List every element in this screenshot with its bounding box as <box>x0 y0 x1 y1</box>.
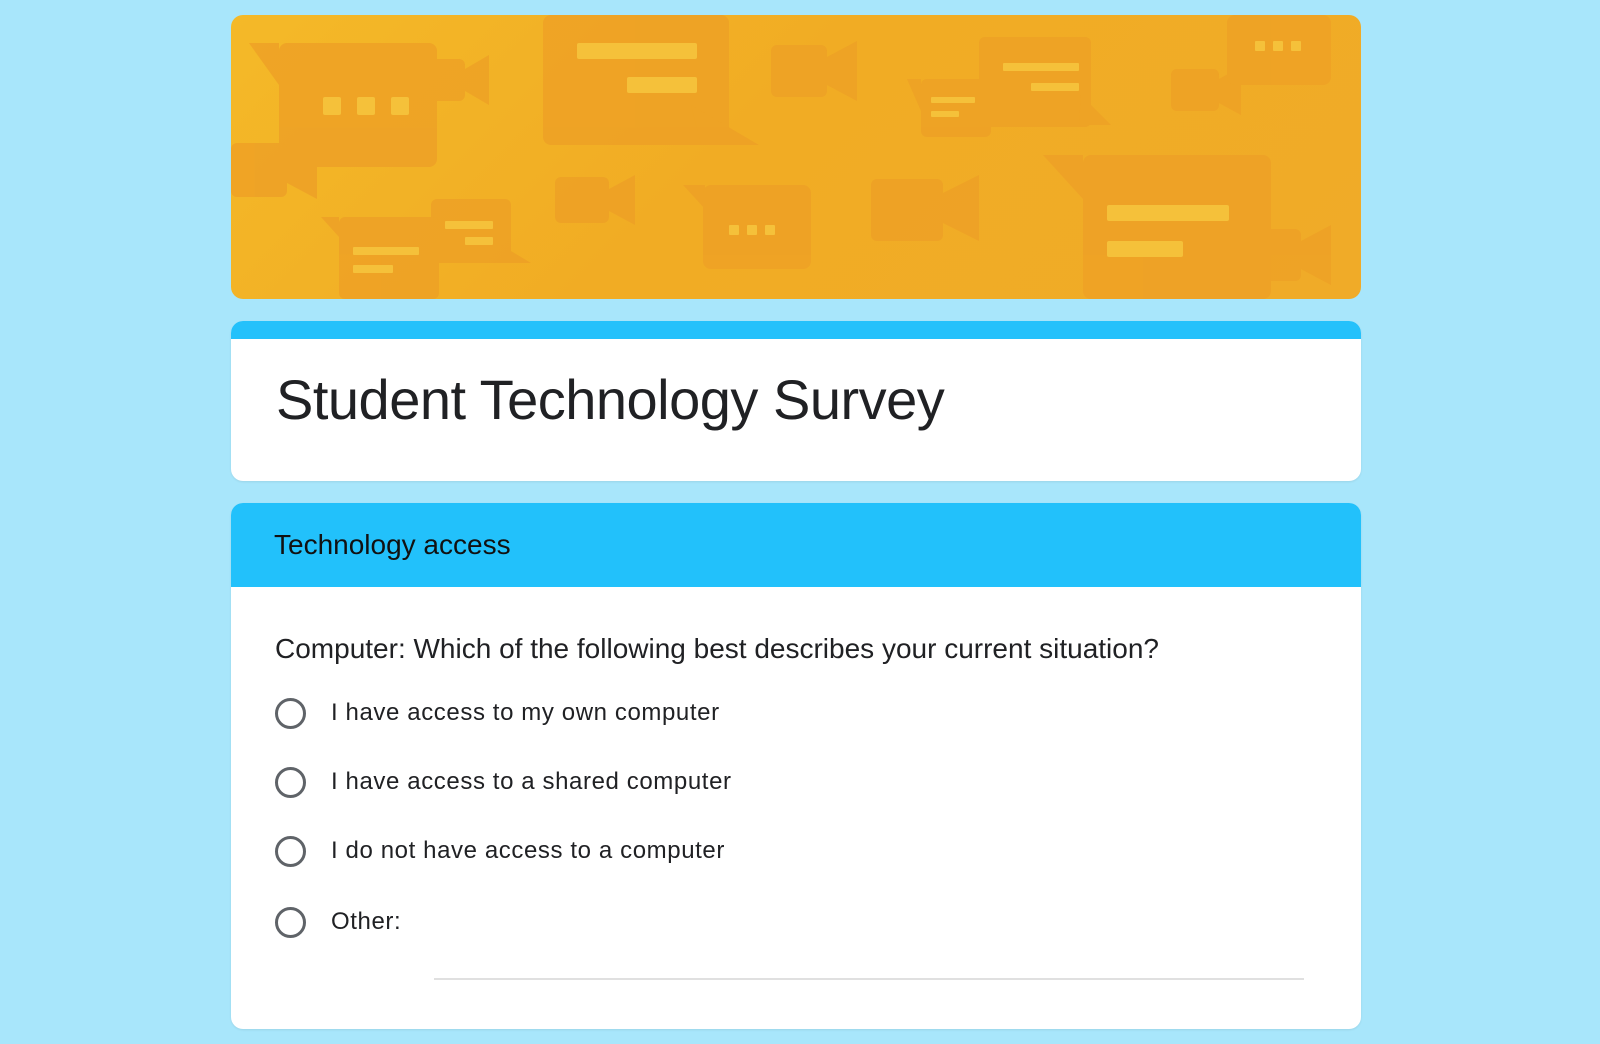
section-title: Technology access <box>274 529 511 560</box>
radio-option-own-computer[interactable]: I have access to my own computer <box>275 693 720 733</box>
question-text: Computer: Which of the following best de… <box>275 633 1159 664</box>
radio-button-icon[interactable] <box>275 766 306 798</box>
section-header: Technology access <box>231 503 1361 587</box>
radio-button-icon[interactable] <box>275 835 306 867</box>
radio-button-icon[interactable] <box>275 697 306 729</box>
radio-option-shared-computer[interactable]: I have access to a shared computer <box>275 762 732 802</box>
radio-option-other[interactable]: Other: <box>275 902 401 942</box>
option-label: I have access to a shared computer <box>331 768 732 795</box>
form-title-card: Student Technology Survey <box>231 321 1361 481</box>
option-label: Other: <box>331 908 402 935</box>
radio-option-no-computer[interactable]: I do not have access to a computer <box>275 831 725 871</box>
title-card-accent-bar <box>231 321 1361 339</box>
radio-button-icon[interactable] <box>275 906 306 938</box>
section-card: Technology access Computer: Which of the… <box>231 503 1361 1029</box>
header-banner-image <box>231 15 1361 299</box>
form-title: Student Technology Survey <box>276 368 945 431</box>
form-column: Student Technology Survey Technology acc… <box>231 15 1361 1029</box>
option-label: I do not have access to a computer <box>331 837 725 864</box>
other-text-input[interactable] <box>434 950 1304 980</box>
chat-video-pattern-icon <box>231 15 1331 299</box>
option-label: I have access to my own computer <box>331 699 720 726</box>
